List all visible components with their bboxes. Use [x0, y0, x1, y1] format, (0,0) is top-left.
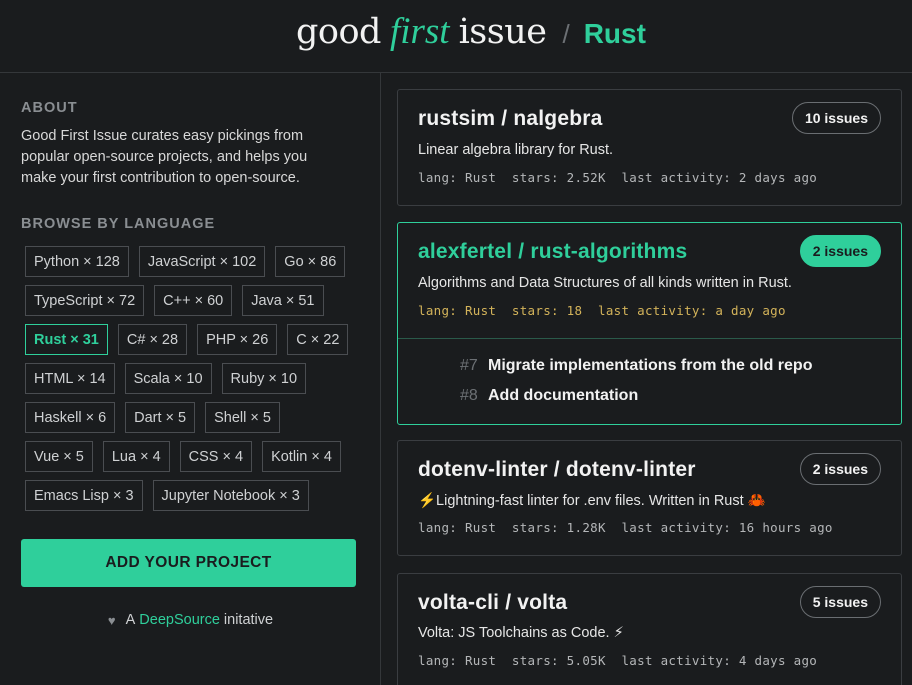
repo-meta: lang: Rust stars: 5.05K last activity: 4…: [418, 653, 818, 668]
language-chip-typescript[interactable]: TypeScript × 72: [25, 285, 145, 316]
issue-list: #7 Migrate implementations from the old …: [398, 338, 901, 404]
language-chip-javascript[interactable]: JavaScript × 102: [138, 246, 266, 277]
issue-count-badge[interactable]: 2 issues: [799, 453, 881, 485]
issue-title[interactable]: Migrate implementations from the old rep…: [488, 357, 812, 375]
language-chip-haskell[interactable]: Haskell × 6: [25, 402, 116, 433]
heart-icon: ♥: [107, 612, 116, 628]
language-chip-scala[interactable]: Scala × 10: [124, 363, 212, 394]
issue-number: #8: [460, 387, 478, 404]
language-chip-html[interactable]: HTML × 14: [25, 363, 115, 394]
issue-count-badge[interactable]: 2 issues: [799, 235, 881, 267]
language-chip-cpp[interactable]: C++ × 60: [154, 285, 233, 316]
repo-meta: lang: Rust stars: 18 last activity: a da…: [418, 303, 786, 318]
credit-suffix: initative: [223, 612, 274, 628]
credit-prefix: A: [125, 612, 136, 628]
language-chip-kotlin[interactable]: Kotlin × 4: [262, 441, 341, 472]
language-chip-css[interactable]: CSS × 4: [179, 441, 253, 472]
language-chip-csharp[interactable]: C# × 28: [117, 324, 188, 355]
repo-description: Algorithms and Data Structures of all ki…: [418, 275, 792, 291]
repo-meta: lang: Rust stars: 1.28K last activity: 1…: [418, 520, 833, 535]
logo-separator: /: [562, 19, 570, 49]
sidebar: ABOUT Good First Issue curates easy pick…: [0, 73, 381, 685]
logo-word-first: first: [389, 11, 450, 52]
browse-heading: BROWSE BY LANGUAGE: [21, 216, 216, 232]
repo-title[interactable]: alexfertel / rust-algorithms: [418, 240, 687, 264]
issue-item[interactable]: #8 Add documentation: [460, 387, 638, 405]
issue-count-badge[interactable]: 5 issues: [799, 586, 881, 618]
logo-word-issue: issue: [458, 12, 547, 52]
repo-title[interactable]: volta-cli / volta: [418, 591, 567, 615]
language-chip-python[interactable]: Python × 128: [25, 246, 129, 277]
site-logo[interactable]: good first issue / Rust: [296, 10, 646, 54]
language-chip-java[interactable]: Java × 51: [242, 285, 324, 316]
language-chip-go[interactable]: Go × 86: [275, 246, 346, 277]
language-list: Python × 128 JavaScript × 102 Go × 86 Ty…: [25, 246, 365, 519]
language-chip-shell[interactable]: Shell × 5: [205, 402, 280, 433]
language-chip-emacs-lisp[interactable]: Emacs Lisp × 3: [25, 480, 143, 511]
repo-card[interactable]: rustsim / nalgebra 10 issues Linear alge…: [397, 89, 902, 206]
issue-number: #7: [460, 357, 478, 374]
language-chip-lua[interactable]: Lua × 4: [102, 441, 170, 472]
language-chip-dart[interactable]: Dart × 5: [125, 402, 196, 433]
about-heading: ABOUT: [21, 100, 78, 116]
issue-count-badge[interactable]: 10 issues: [791, 102, 881, 134]
language-chip-php[interactable]: PHP × 26: [197, 324, 278, 355]
repo-description: Linear algebra library for Rust.: [418, 142, 614, 158]
language-chip-jupyter-notebook[interactable]: Jupyter Notebook × 3: [152, 480, 309, 511]
repo-card[interactable]: dotenv-linter / dotenv-linter 2 issues ⚡…: [397, 440, 902, 556]
repo-description: ⚡️Lightning-fast linter for .env files. …: [418, 493, 766, 509]
header: good first issue / Rust: [0, 0, 912, 73]
language-chip-vue[interactable]: Vue × 5: [25, 441, 93, 472]
repo-title[interactable]: dotenv-linter / dotenv-linter: [418, 458, 696, 482]
repo-description: Volta: JS Toolchains as Code. ⚡: [418, 625, 624, 641]
credit-line: ♥ A DeepSource initative: [0, 612, 381, 628]
add-project-button[interactable]: ADD YOUR PROJECT: [21, 539, 356, 587]
about-text: Good First Issue curates easy pickings f…: [21, 128, 308, 186]
deepsource-link[interactable]: DeepSource: [139, 612, 220, 628]
repo-meta: lang: Rust stars: 2.52K last activity: 2…: [418, 170, 818, 185]
language-chip-c[interactable]: C × 22: [287, 324, 349, 355]
current-language: Rust: [583, 18, 646, 49]
language-chip-rust[interactable]: Rust × 31: [25, 324, 108, 355]
issue-title[interactable]: Add documentation: [488, 387, 638, 405]
issue-item[interactable]: #7 Migrate implementations from the old …: [460, 357, 812, 375]
repo-title[interactable]: rustsim / nalgebra: [418, 107, 603, 131]
language-chip-ruby[interactable]: Ruby × 10: [221, 363, 307, 394]
logo-word-good: good: [296, 12, 381, 52]
repo-card[interactable]: volta-cli / volta 5 issues Volta: JS Too…: [397, 573, 902, 685]
repo-card-expanded[interactable]: alexfertel / rust-algorithms 2 issues Al…: [397, 222, 902, 425]
